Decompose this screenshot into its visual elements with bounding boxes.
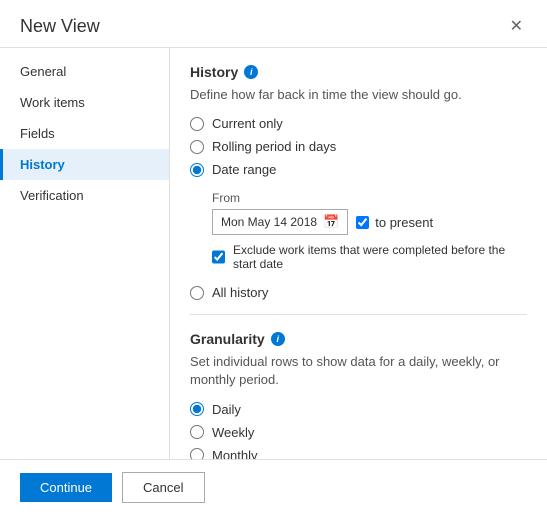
close-button[interactable]: ✕ xyxy=(506,17,527,37)
calendar-icon: 📅 xyxy=(323,214,339,230)
cancel-button[interactable]: Cancel xyxy=(122,472,204,503)
exclude-label: Exclude work items that were completed b… xyxy=(233,243,527,271)
sidebar-item-verification[interactable]: Verification xyxy=(0,180,169,211)
date-range-section: From Mon May 14 2018 📅 to present xyxy=(212,191,527,271)
radio-daily[interactable]: Daily xyxy=(190,402,527,417)
radio-date-range-input[interactable] xyxy=(190,163,204,177)
continue-button[interactable]: Continue xyxy=(20,473,112,502)
sidebar-item-history[interactable]: History xyxy=(0,149,169,180)
granularity-radio-group: Daily Weekly Monthly xyxy=(190,402,527,459)
radio-rolling-period-label: Rolling period in days xyxy=(212,139,336,154)
sidebar-item-work-items[interactable]: Work items xyxy=(0,87,169,118)
dialog-footer: Continue Cancel xyxy=(0,459,547,515)
radio-rolling-period[interactable]: Rolling period in days xyxy=(190,139,527,154)
granularity-description: Set individual rows to show data for a d… xyxy=(190,353,527,389)
radio-monthly[interactable]: Monthly xyxy=(190,448,527,459)
granularity-info-icon[interactable]: i xyxy=(271,332,285,346)
sidebar-label-history: History xyxy=(20,157,65,172)
radio-rolling-period-input[interactable] xyxy=(190,140,204,154)
history-title: History i xyxy=(190,64,527,80)
radio-weekly[interactable]: Weekly xyxy=(190,425,527,440)
dialog-header: New View ✕ xyxy=(0,0,547,48)
radio-date-range[interactable]: Date range xyxy=(190,162,527,177)
granularity-section: Granularity i Set individual rows to sho… xyxy=(190,331,527,459)
date-input[interactable]: Mon May 14 2018 📅 xyxy=(212,209,348,235)
sidebar: General Work items Fields History Verifi… xyxy=(0,48,170,459)
radio-weekly-input[interactable] xyxy=(190,425,204,439)
history-title-text: History xyxy=(190,64,238,80)
to-present-checkbox[interactable] xyxy=(356,216,369,229)
dialog-title: New View xyxy=(20,16,100,37)
to-present-label: to present xyxy=(375,215,433,230)
history-info-icon[interactable]: i xyxy=(244,65,258,79)
main-content: History i Define how far back in time th… xyxy=(170,48,547,459)
from-label: From xyxy=(212,191,527,205)
sidebar-label-fields: Fields xyxy=(20,126,55,141)
divider xyxy=(190,314,527,315)
radio-all-history-label: All history xyxy=(212,285,268,300)
granularity-title: Granularity i xyxy=(190,331,527,347)
history-description: Define how far back in time the view sho… xyxy=(190,86,527,104)
sidebar-item-general[interactable]: General xyxy=(0,56,169,87)
radio-all-history[interactable]: All history xyxy=(190,285,527,300)
date-value: Mon May 14 2018 xyxy=(221,215,317,229)
radio-current-only[interactable]: Current only xyxy=(190,116,527,131)
sidebar-label-verification: Verification xyxy=(20,188,84,203)
radio-daily-input[interactable] xyxy=(190,402,204,416)
radio-monthly-label: Monthly xyxy=(212,448,258,459)
history-radio-group: Current only Rolling period in days Date… xyxy=(190,116,527,300)
exclude-checkbox-item[interactable]: Exclude work items that were completed b… xyxy=(212,243,527,271)
radio-daily-label: Daily xyxy=(212,402,241,417)
radio-current-only-input[interactable] xyxy=(190,117,204,131)
exclude-checkbox[interactable] xyxy=(212,250,225,264)
radio-current-only-label: Current only xyxy=(212,116,283,131)
history-section: History i Define how far back in time th… xyxy=(190,64,527,300)
radio-monthly-input[interactable] xyxy=(190,448,204,459)
from-row: Mon May 14 2018 📅 to present xyxy=(212,209,527,235)
sidebar-label-work-items: Work items xyxy=(20,95,85,110)
sidebar-label-general: General xyxy=(20,64,66,79)
dialog-body: General Work items Fields History Verifi… xyxy=(0,48,547,459)
to-present-row: to present xyxy=(356,215,433,230)
dialog: New View ✕ General Work items Fields His… xyxy=(0,0,547,515)
sidebar-item-fields[interactable]: Fields xyxy=(0,118,169,149)
radio-weekly-label: Weekly xyxy=(212,425,254,440)
radio-all-history-input[interactable] xyxy=(190,286,204,300)
radio-date-range-label: Date range xyxy=(212,162,276,177)
granularity-title-text: Granularity xyxy=(190,331,265,347)
